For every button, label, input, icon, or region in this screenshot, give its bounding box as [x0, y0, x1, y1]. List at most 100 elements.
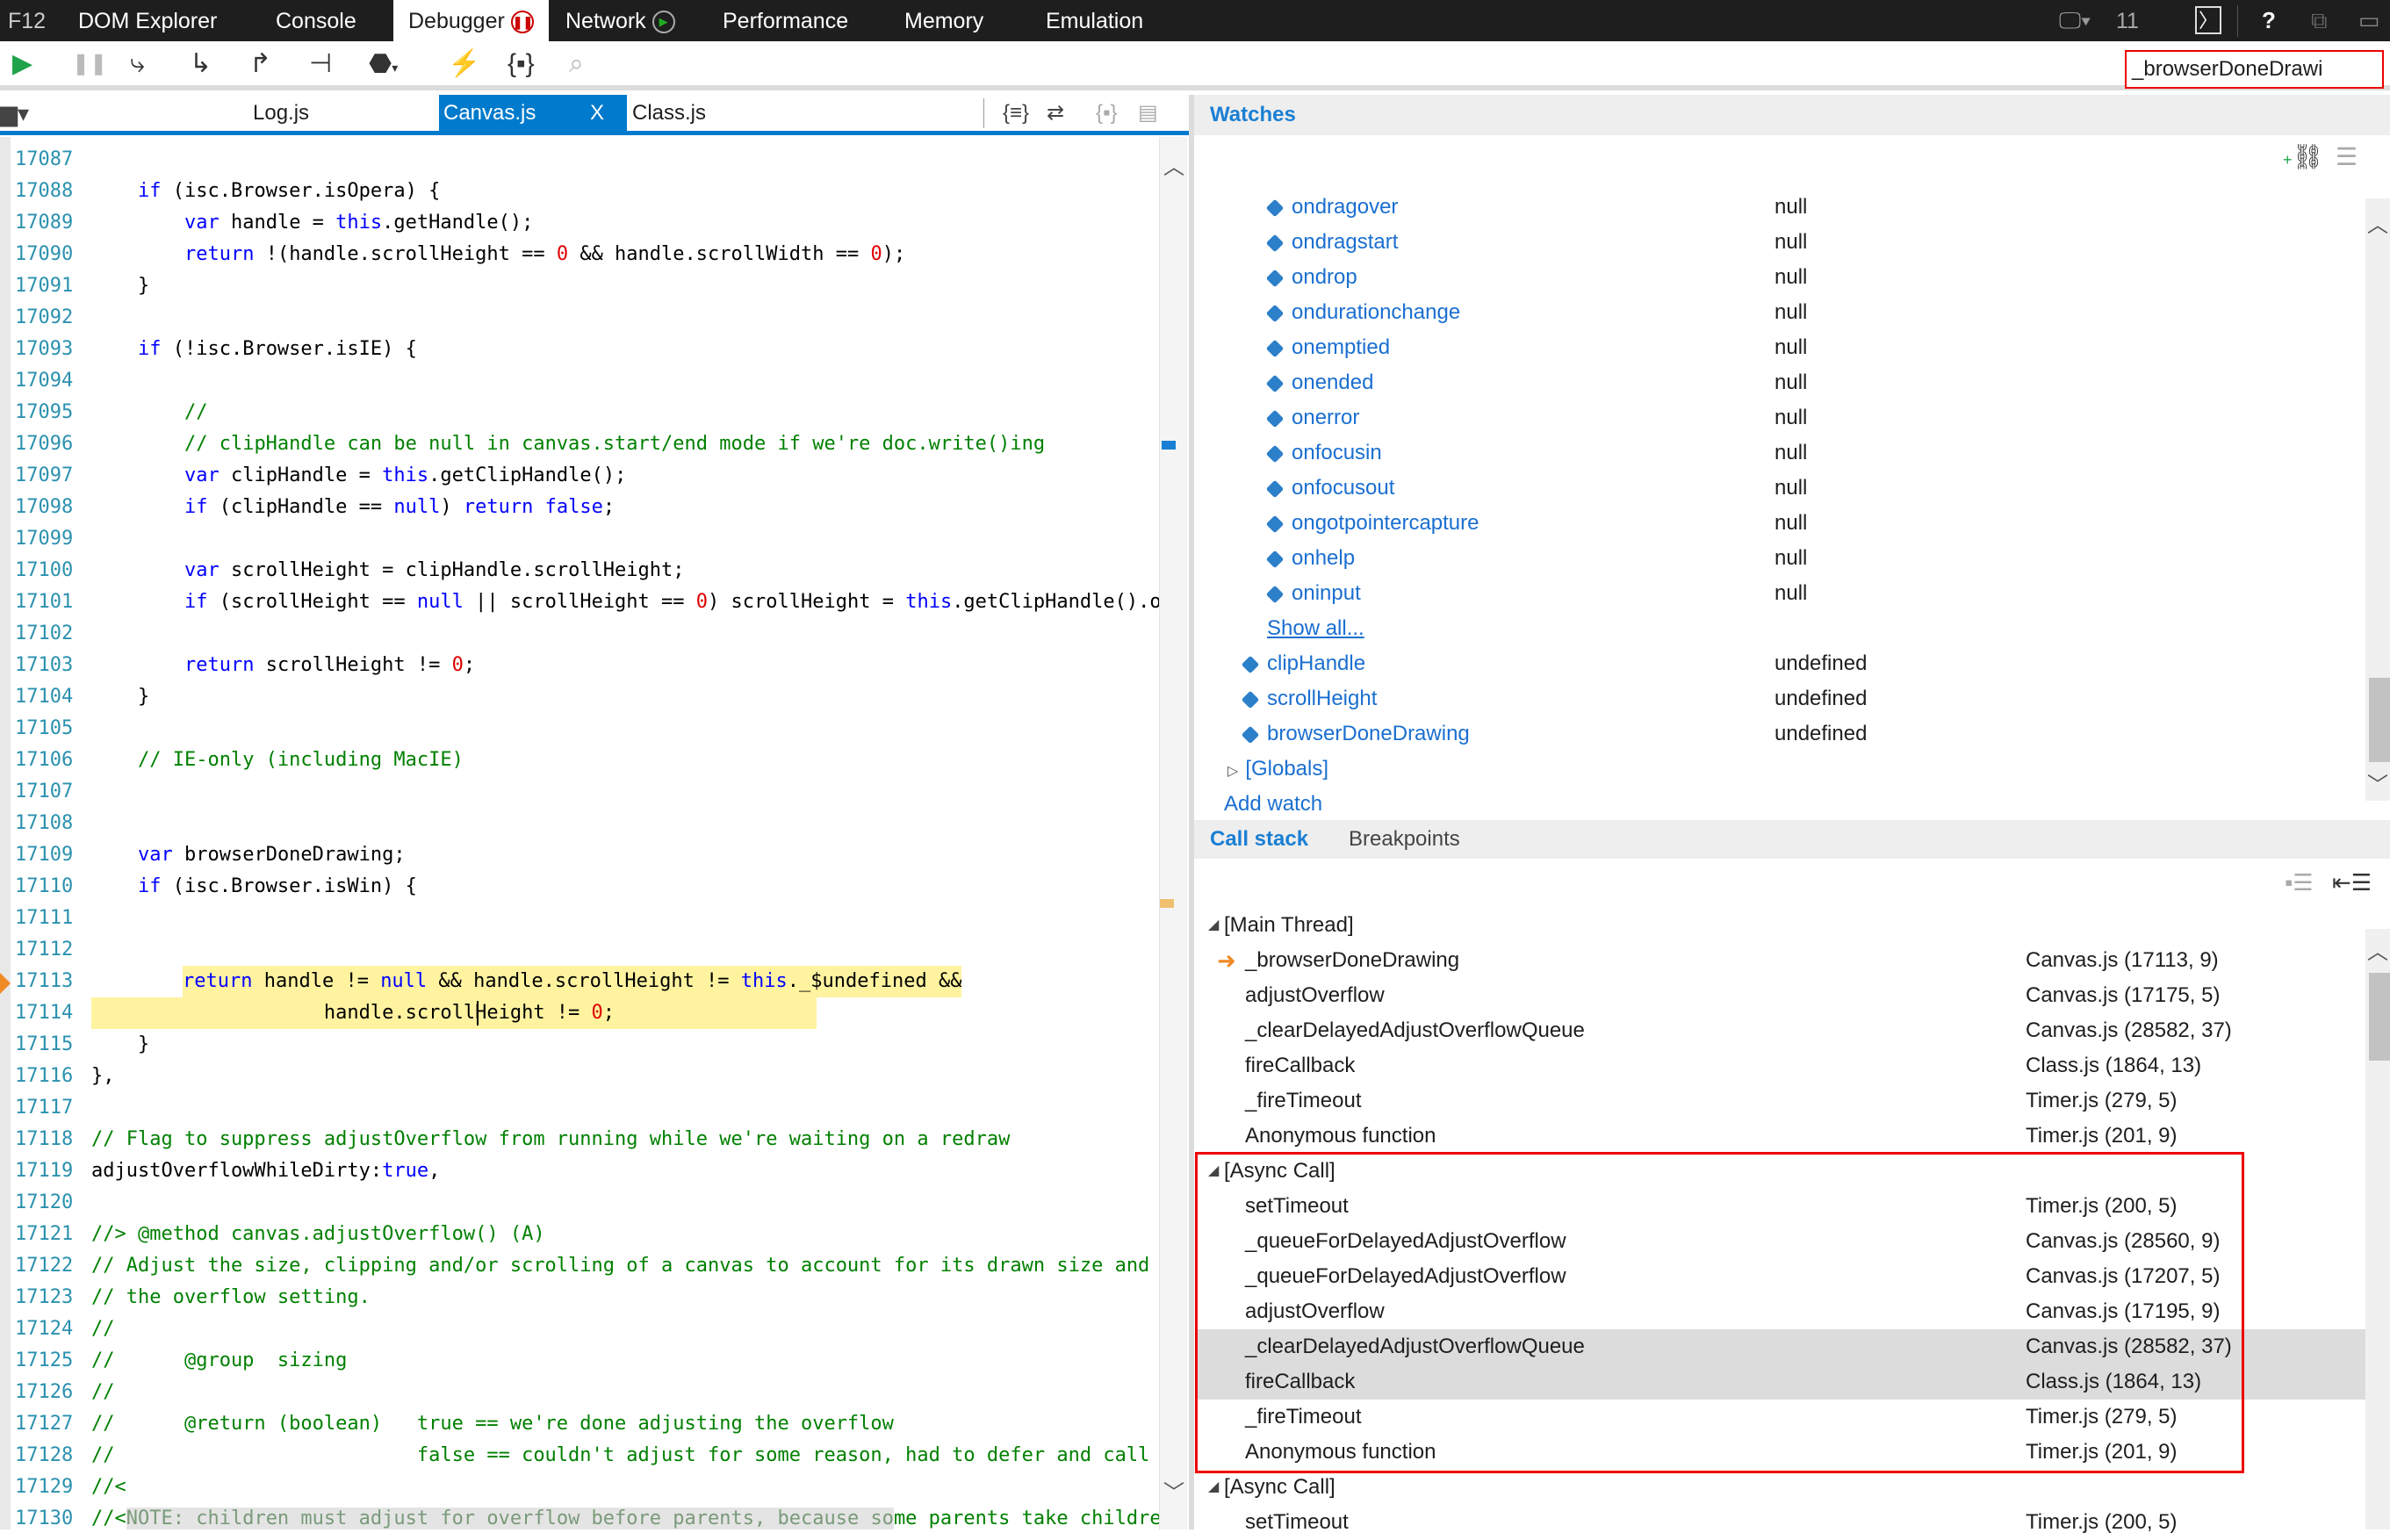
- word-wrap-icon[interactable]: ⇄: [1047, 95, 1064, 131]
- call-stack-frame[interactable]: Anonymous function Timer.js (201, 9): [1198, 1119, 2365, 1154]
- code-line[interactable]: 17116},: [0, 1061, 1159, 1092]
- line-number[interactable]: 17110: [15, 871, 73, 903]
- tab-dom-explorer[interactable]: DOM Explorer: [78, 0, 217, 41]
- line-number[interactable]: 17089: [15, 207, 73, 239]
- thread-group-header[interactable]: ◢ [Async Call]: [1198, 1154, 2365, 1189]
- code-line[interactable]: 17114 handle.scrollHeight != 0;: [0, 997, 1159, 1029]
- line-number[interactable]: 17087: [15, 144, 73, 176]
- show-all-link[interactable]: Show all...: [1267, 611, 1364, 646]
- watch-name[interactable]: ongotpointercapture: [1292, 511, 1479, 535]
- thread-group-header[interactable]: ◢ [Async Call]: [1198, 1470, 2365, 1505]
- code-line[interactable]: 17122 // Adjust the size, clipping and/or…: [0, 1250, 1159, 1282]
- code-line[interactable]: 17097 var clipHandle = this.getClipHandl…: [0, 460, 1159, 492]
- watch-item[interactable]: onerror: [1265, 400, 1359, 435]
- call-stack-frame[interactable]: Anonymous function Timer.js (201, 9): [1198, 1435, 2365, 1470]
- code-line[interactable]: 17119 adjustOverflowWhileDirty:true,: [0, 1155, 1159, 1187]
- call-stack-frame[interactable]: setTimeout Timer.js (200, 5): [1198, 1505, 2365, 1540]
- line-number[interactable]: 17127: [15, 1408, 73, 1440]
- line-number[interactable]: 17111: [15, 903, 73, 934]
- line-number[interactable]: 17101: [15, 586, 73, 618]
- break-on-new-worker-icon[interactable]: ⊣: [309, 48, 332, 80]
- call-stack-frame[interactable]: adjustOverflow Canvas.js (17175, 5): [1198, 978, 2365, 1013]
- call-stack-frame[interactable]: _fireTimeout Timer.js (279, 5): [1198, 1083, 2365, 1119]
- add-watch-icon[interactable]: +⛓: [2283, 142, 2323, 171]
- watch-item[interactable]: scrollHeight: [1241, 681, 1377, 716]
- code-line[interactable]: 17091 }: [0, 270, 1159, 302]
- watch-name[interactable]: onfocusin: [1292, 441, 1382, 464]
- breakpoint-gutter[interactable]: [0, 137, 11, 1529]
- watch-item[interactable]: clipHandle: [1241, 646, 1365, 681]
- line-number[interactable]: 17113: [15, 966, 73, 997]
- code-line[interactable]: 17130 //<NOTE: children must adjust for o…: [0, 1503, 1159, 1529]
- call-stack-frame[interactable]: _queueForDelayedAdjustOverflow Canvas.js …: [1198, 1224, 2365, 1259]
- line-number[interactable]: 17093: [15, 334, 73, 365]
- code-line[interactable]: 17104 }: [0, 681, 1159, 713]
- scroll-down-icon[interactable]: ﹀: [1163, 1475, 1184, 1506]
- file-tab-canvas[interactable]: Canvas.js X: [439, 95, 627, 131]
- code-line[interactable]: 17090 return !(handle.scrollHeight == 0 …: [0, 239, 1159, 270]
- call-stack-frame[interactable]: ➜ _browserDoneDrawing Canvas.js (17113, 9): [1198, 943, 2365, 978]
- line-number[interactable]: 17097: [15, 460, 73, 492]
- line-number[interactable]: 17114: [15, 997, 73, 1029]
- line-number[interactable]: 17092: [15, 302, 73, 334]
- line-number[interactable]: 17126: [15, 1377, 73, 1408]
- exception-behavior-icon[interactable]: ⬣▾: [369, 48, 398, 83]
- code-scrollbar[interactable]: ︿ ﹀: [1159, 137, 1187, 1529]
- call-stack-frame[interactable]: fireCallback Class.js (1864, 13): [1198, 1364, 2365, 1400]
- line-number[interactable]: 17108: [15, 808, 73, 839]
- tab-memory[interactable]: Memory: [904, 0, 983, 41]
- collapse-icon[interactable]: ◢: [1208, 1470, 1219, 1505]
- scroll-down-icon[interactable]: ﹀: [2367, 767, 2388, 798]
- line-number[interactable]: 17124: [15, 1313, 73, 1345]
- watch-name[interactable]: onhelp: [1292, 546, 1355, 570]
- thread-group-header[interactable]: ◢ [Main Thread]: [1198, 908, 2365, 943]
- undock-icon[interactable]: ⧉: [2311, 7, 2328, 33]
- watch-item[interactable]: ondragstart: [1265, 225, 1398, 260]
- code-line[interactable]: 17117: [0, 1092, 1159, 1124]
- watch-item[interactable]: ondrop: [1265, 260, 1357, 295]
- pretty-print-icon[interactable]: {≡}: [1003, 95, 1029, 131]
- step-over-icon[interactable]: ↳: [190, 48, 212, 80]
- scroll-up-icon[interactable]: ︿: [2367, 207, 2388, 238]
- collapse-icon[interactable]: ◢: [1208, 908, 1219, 943]
- code-line[interactable]: 17089 var handle = this.getHandle();: [0, 207, 1159, 239]
- watch-item[interactable]: onfocusin: [1265, 435, 1382, 471]
- line-number[interactable]: 17129: [15, 1472, 73, 1503]
- line-number[interactable]: 17120: [15, 1187, 73, 1219]
- line-number[interactable]: 17112: [15, 934, 73, 966]
- device-emulation-icon[interactable]: 🖵▾: [2059, 7, 2091, 33]
- line-number[interactable]: 17123: [15, 1282, 73, 1313]
- document-mode[interactable]: 11: [2116, 0, 2139, 41]
- tab-emulation[interactable]: Emulation: [1046, 0, 1143, 41]
- watch-name[interactable]: onended: [1292, 371, 1373, 394]
- disable-breakpoints-icon[interactable]: ⚡: [448, 48, 480, 80]
- tab-call-stack[interactable]: Call stack: [1210, 820, 1308, 859]
- watch-item[interactable]: ondurationchange: [1265, 295, 1460, 330]
- line-number[interactable]: 17128: [15, 1440, 73, 1472]
- code-line[interactable]: 17088 if (isc.Browser.isOpera) {: [0, 176, 1159, 207]
- source-map-icon[interactable]: {▪}: [1096, 95, 1118, 131]
- line-number[interactable]: 17130: [15, 1503, 73, 1529]
- watch-name[interactable]: onerror: [1292, 406, 1359, 429]
- code-line[interactable]: 17096 // clipHandle can be null in canva…: [0, 428, 1159, 460]
- code-line[interactable]: 17100 var scrollHeight = clipHandle.scro…: [0, 555, 1159, 586]
- code-line[interactable]: 17108: [0, 808, 1159, 839]
- scroll-thumb[interactable]: [2369, 678, 2390, 762]
- line-number[interactable]: 17099: [15, 523, 73, 555]
- call-stack-frame[interactable]: fireCallback Class.js (1864, 13): [1198, 1048, 2365, 1083]
- continue-icon[interactable]: ▶: [12, 48, 32, 80]
- console-toggle-icon[interactable]: 〉: [2195, 6, 2221, 34]
- code-line[interactable]: 17112: [0, 934, 1159, 966]
- collapse-icon[interactable]: ◢: [1208, 1154, 1219, 1189]
- watch-item[interactable]: ongotpointercapture: [1265, 506, 1479, 541]
- line-number[interactable]: 17104: [15, 681, 73, 713]
- line-number[interactable]: 17088: [15, 176, 73, 207]
- line-number[interactable]: 17119: [15, 1155, 73, 1187]
- help-icon[interactable]: ?: [2262, 7, 2276, 33]
- line-number[interactable]: 17086: [15, 137, 73, 144]
- watch-item[interactable]: onemptied: [1265, 330, 1390, 365]
- watch-name[interactable]: ondrop: [1292, 265, 1357, 289]
- line-number[interactable]: 17095: [15, 397, 73, 428]
- expand-icon[interactable]: ▷: [1227, 764, 1238, 779]
- code-line[interactable]: 17102: [0, 618, 1159, 650]
